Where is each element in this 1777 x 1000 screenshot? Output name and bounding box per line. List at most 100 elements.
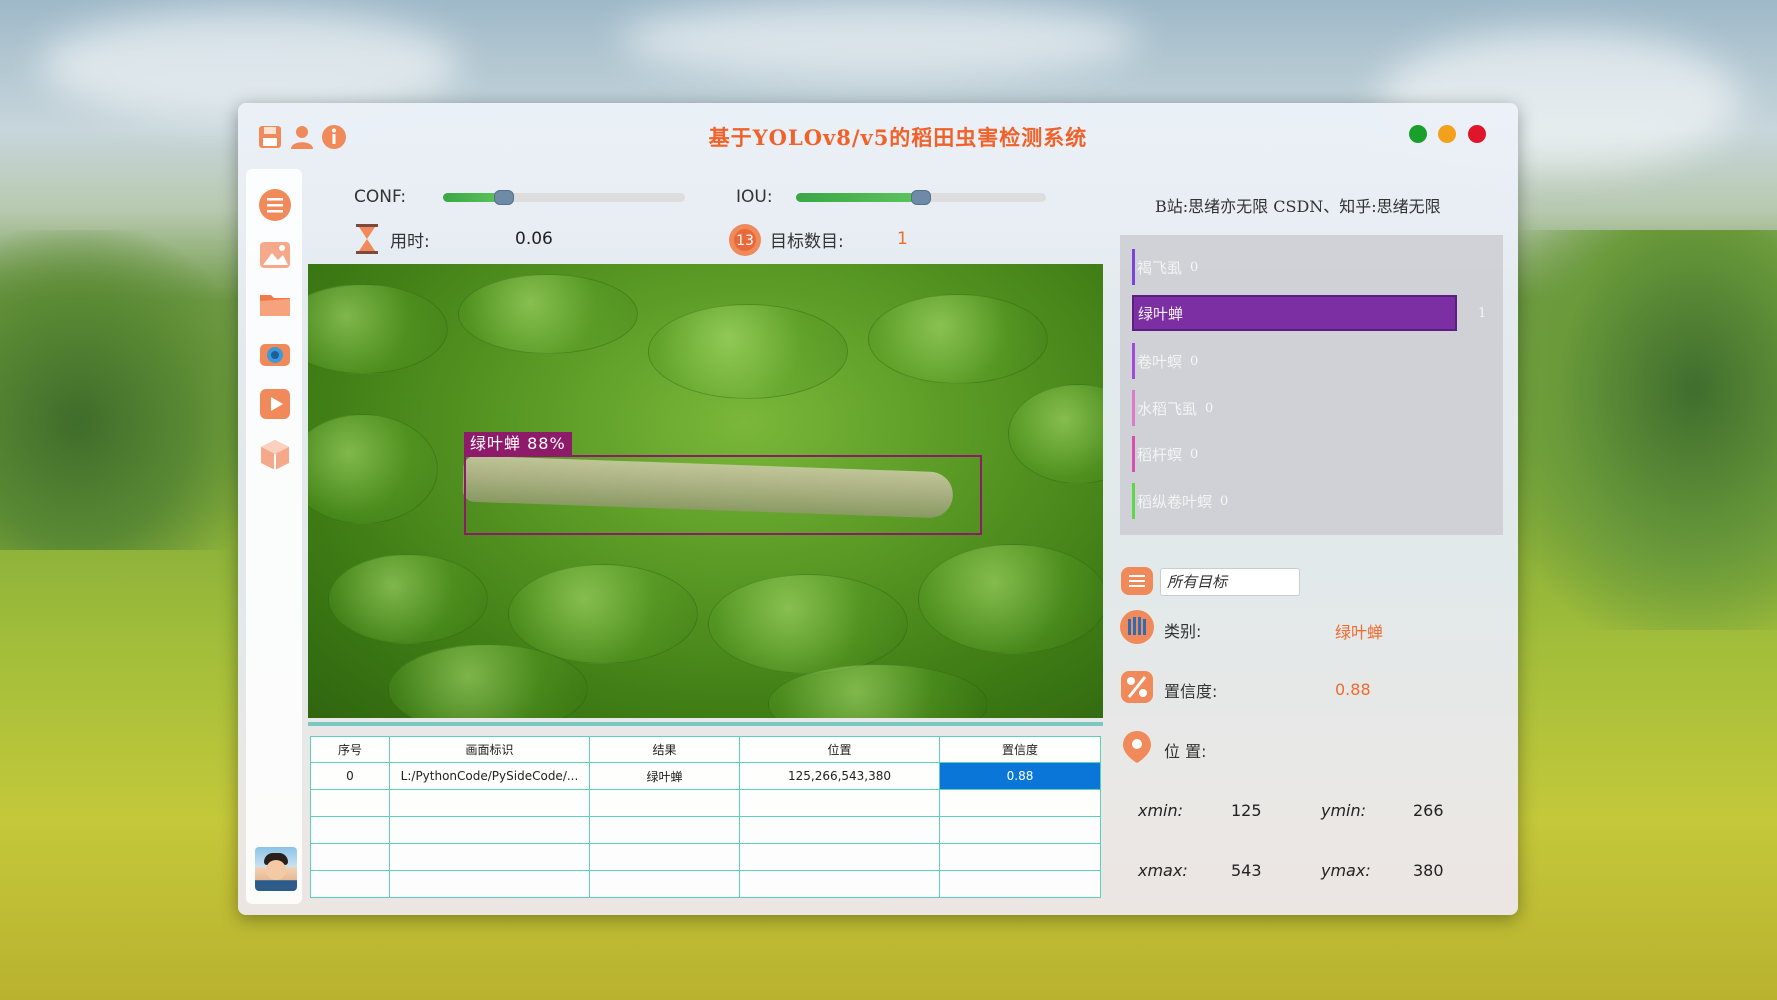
table-cell[interactable] <box>739 816 940 844</box>
class-color-marker <box>1132 249 1135 285</box>
class-count-outside: 1 <box>1470 295 1486 331</box>
window-title: 基于YOLOv8/v5的稻田虫害检测系统 <box>708 125 1088 150</box>
results-table[interactable]: 序号 画面标识 结果 位置 置信度 0 L:/PythonCode/PySide… <box>310 736 1101 898</box>
class-item[interactable]: 稻杆螟 0 <box>1132 436 1198 472</box>
table-row[interactable] <box>310 870 1101 898</box>
xmin-value: 125 <box>1231 801 1262 820</box>
class-name: 卷叶螟 <box>1137 352 1183 371</box>
xmin-label: xmin: <box>1138 801 1184 820</box>
ymax-value: 380 <box>1413 861 1444 880</box>
table-cell[interactable] <box>739 789 940 817</box>
table-cell[interactable]: 0.88 <box>939 762 1101 790</box>
table-header[interactable]: 位置 <box>739 736 940 763</box>
table-cell[interactable] <box>939 816 1101 844</box>
table-cell[interactable] <box>389 789 590 817</box>
table-cell[interactable] <box>939 789 1101 817</box>
class-item-active[interactable]: 绿叶蝉 <box>1132 295 1457 331</box>
class-name: 稻纵卷叶螟 <box>1137 492 1213 511</box>
table-cell[interactable] <box>310 789 390 817</box>
leaf-droplet <box>308 284 448 374</box>
class-item[interactable]: 稻纵卷叶螟 0 <box>1132 483 1228 519</box>
category-icon <box>1119 609 1155 645</box>
main-window: 基于YOLOv8/v5的稻田虫害检测系统 CONF: IOU: 用时: 0.06… <box>238 103 1518 915</box>
table-cell[interactable] <box>589 870 740 898</box>
iou-slider[interactable] <box>796 190 1046 205</box>
table-cell[interactable] <box>939 843 1101 871</box>
table-cell[interactable] <box>589 843 740 871</box>
class-count: 0 <box>1220 493 1229 509</box>
position-label: 位 置: <box>1164 742 1207 761</box>
table-cell[interactable] <box>310 843 390 871</box>
table-cell[interactable] <box>739 870 940 898</box>
table-cell[interactable]: 0 <box>310 762 390 790</box>
table-cell[interactable] <box>939 870 1101 898</box>
list-icon[interactable] <box>1120 564 1154 598</box>
target-select[interactable]: 所有目标 <box>1160 568 1300 596</box>
divider <box>308 722 1103 726</box>
table-cell[interactable] <box>310 816 390 844</box>
leaf-droplet <box>328 554 488 644</box>
class-item[interactable]: 水稻飞虱 0 <box>1132 390 1213 426</box>
table-row[interactable] <box>310 816 1101 844</box>
folder-icon[interactable] <box>257 286 293 322</box>
image-icon[interactable] <box>257 237 293 273</box>
table-header[interactable]: 画面标识 <box>389 736 590 763</box>
table-cell[interactable] <box>389 816 590 844</box>
table-cell[interactable]: 绿叶蝉 <box>589 762 740 790</box>
conf-slider-handle[interactable] <box>494 190 514 205</box>
class-value: 绿叶蝉 <box>1335 623 1384 642</box>
class-color-marker <box>1132 390 1135 426</box>
leaf-droplet <box>868 294 1048 384</box>
leaf-droplet <box>458 274 638 354</box>
table-cell[interactable]: 125,266,543,380 <box>739 762 940 790</box>
maximize-button[interactable] <box>1409 125 1427 143</box>
camera-icon[interactable] <box>257 336 293 372</box>
class-count: 0 <box>1190 353 1199 369</box>
table-cell[interactable]: L:/PythonCode/PySideCode/... <box>389 762 590 790</box>
table-cell[interactable] <box>589 789 740 817</box>
class-count: 0 <box>1190 259 1199 275</box>
menu-icon[interactable] <box>257 187 293 223</box>
table-cell[interactable] <box>389 870 590 898</box>
leaf-droplet <box>1008 384 1103 484</box>
table-header[interactable]: 置信度 <box>939 736 1101 763</box>
table-cell[interactable] <box>589 816 740 844</box>
video-play-icon[interactable] <box>257 386 293 422</box>
class-list-panel: 褐飞虱 0 绿叶蝉 1 卷叶螟 0 水稻飞虱 0 稻杆螟 0 稻纵卷叶螟 0 <box>1120 235 1503 535</box>
time-value: 0.06 <box>515 229 553 249</box>
class-item[interactable]: 卷叶螟 0 <box>1132 343 1198 379</box>
table-header[interactable]: 结果 <box>589 736 740 763</box>
table-row[interactable] <box>310 789 1101 817</box>
table-row[interactable] <box>310 843 1101 871</box>
class-label: 类别: <box>1164 622 1202 641</box>
table-cell[interactable] <box>739 843 940 871</box>
iou-slider-handle[interactable] <box>911 190 931 205</box>
percent-icon <box>1119 669 1155 705</box>
save-icon[interactable] <box>256 123 284 151</box>
svg-text:13: 13 <box>736 233 754 249</box>
table-cell[interactable] <box>389 843 590 871</box>
avatar[interactable] <box>255 847 297 891</box>
confidence-value: 0.88 <box>1335 680 1371 699</box>
leaf-droplet <box>648 304 848 399</box>
class-name: 褐飞虱 <box>1137 258 1183 277</box>
table-row[interactable]: 0 L:/PythonCode/PySideCode/... 绿叶蝉 125,2… <box>310 762 1101 790</box>
conf-slider[interactable] <box>443 190 685 205</box>
confidence-label: 置信度: <box>1164 682 1218 701</box>
model-cube-icon[interactable] <box>257 437 293 473</box>
minimize-button[interactable] <box>1438 125 1456 143</box>
count-label: 目标数目: <box>770 232 844 252</box>
table-header-row: 序号 画面标识 结果 位置 置信度 <box>310 736 1101 763</box>
class-item[interactable]: 褐飞虱 0 <box>1132 249 1198 285</box>
info-icon[interactable] <box>320 123 348 151</box>
class-name: 水稻飞虱 <box>1137 399 1198 418</box>
table-header[interactable]: 序号 <box>310 736 390 763</box>
leaf-droplet <box>708 574 908 674</box>
table-cell[interactable] <box>310 870 390 898</box>
hourglass-icon <box>354 223 380 255</box>
user-icon[interactable] <box>288 123 316 151</box>
leaf-droplet <box>308 414 438 524</box>
time-label: 用时: <box>390 232 430 252</box>
background-cloud <box>620 0 1140 80</box>
close-button[interactable] <box>1468 125 1486 143</box>
